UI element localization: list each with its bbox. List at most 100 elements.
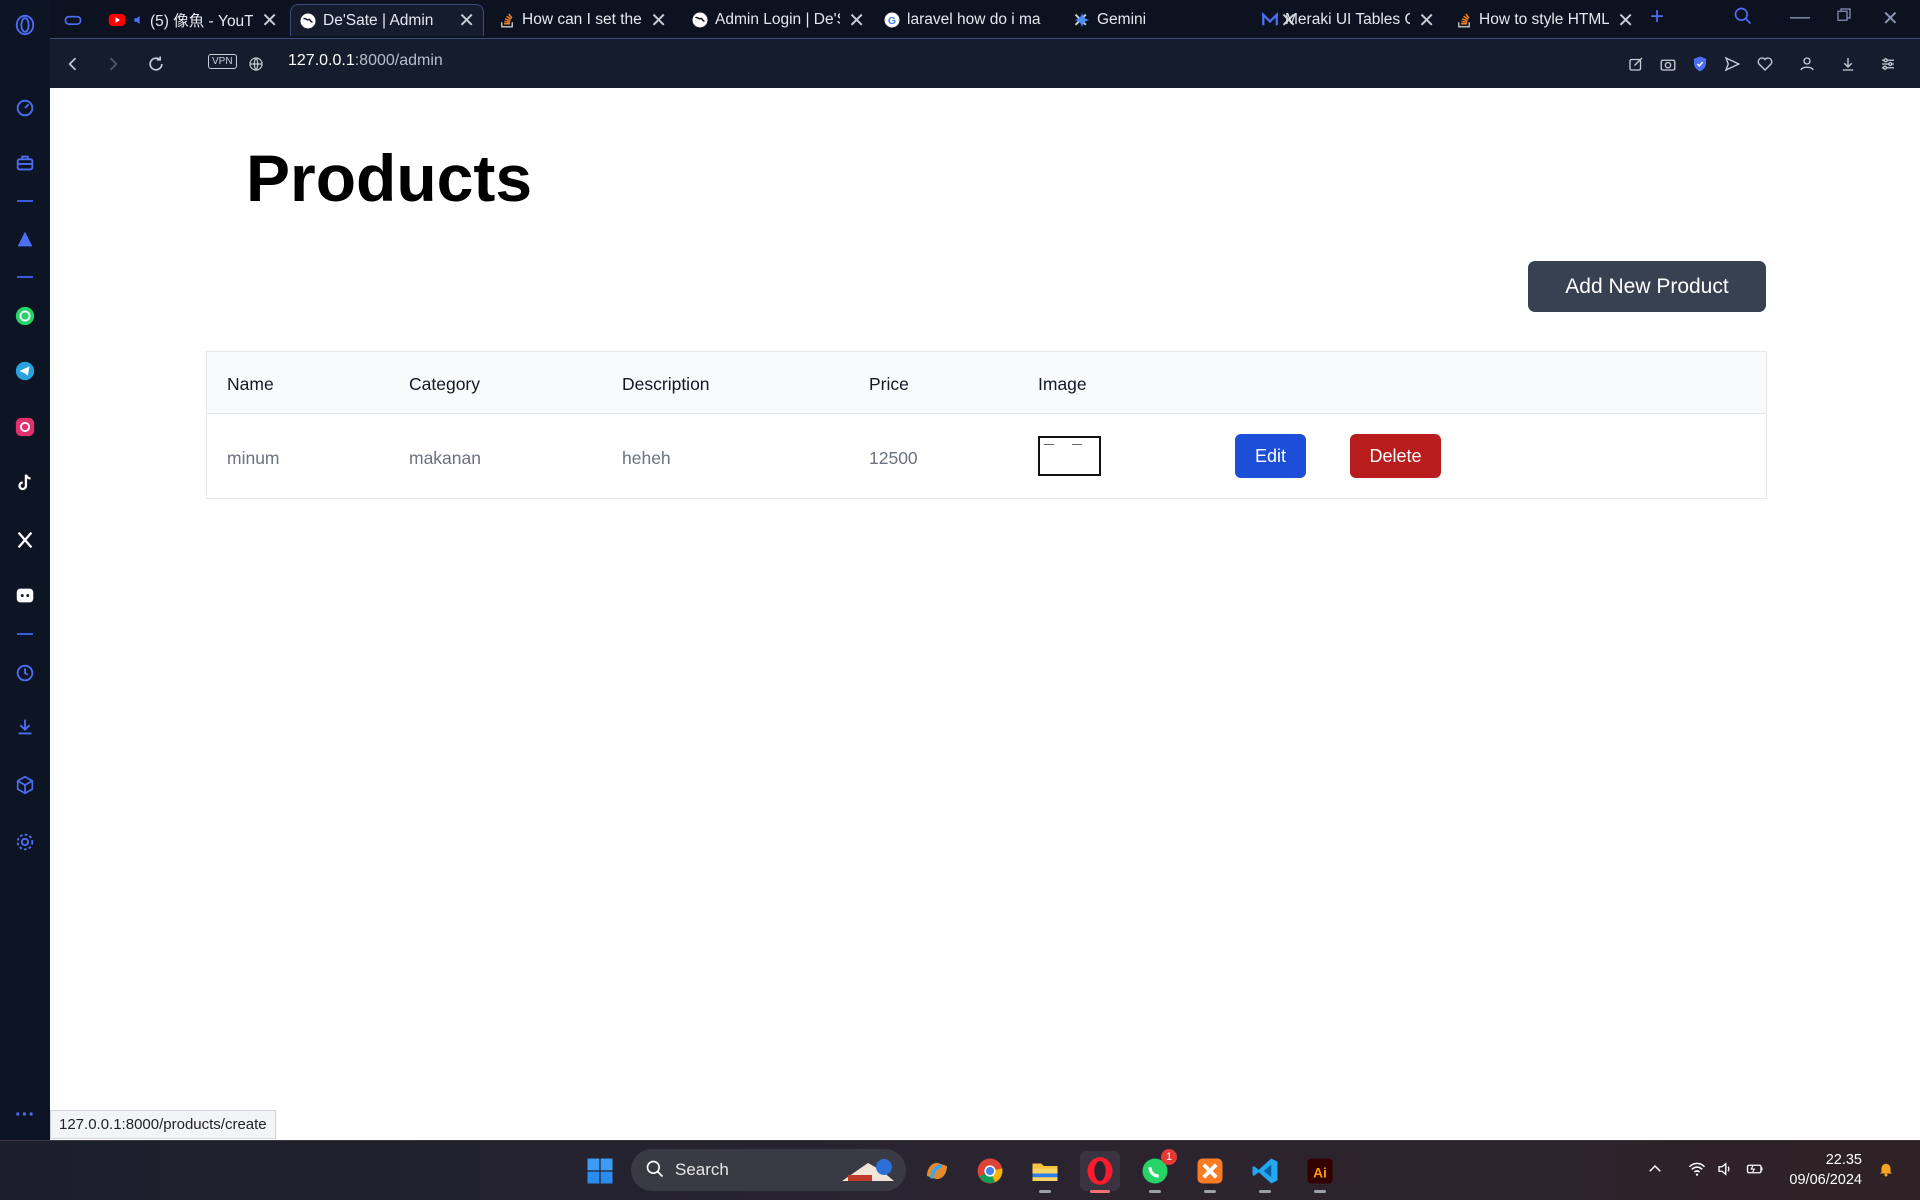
history-icon[interactable] xyxy=(12,660,38,686)
close-tab-icon[interactable]: ✕ xyxy=(261,8,278,33)
aria-icon[interactable] xyxy=(12,226,38,252)
profile-user-icon[interactable] xyxy=(1795,52,1819,76)
heart-bookmark-icon[interactable] xyxy=(1753,52,1777,76)
wifi-icon[interactable] xyxy=(1688,1160,1706,1183)
edit-button[interactable]: Edit xyxy=(1235,434,1306,478)
tab-meraki[interactable]: Meraki UI Tables Co ✕ xyxy=(1253,4,1443,36)
speaker-audio-icon[interactable] xyxy=(132,11,146,29)
browser-sidebar: ··· xyxy=(0,0,50,1140)
tab-google[interactable]: G laravel how do i ma ✕ xyxy=(875,4,1097,36)
tab-stackoverflow-1[interactable]: How can I set the c ✕ xyxy=(490,4,675,36)
windows-start-icon[interactable] xyxy=(580,1151,620,1191)
settings-gear-icon[interactable] xyxy=(12,829,38,855)
url-field[interactable]: 127.0.0.1:8000/admin xyxy=(288,52,443,70)
whatsapp-taskbar-icon[interactable]: 1 xyxy=(1135,1149,1177,1193)
tab-youtube[interactable]: (5) 像魚 - YouTube ✕ xyxy=(100,4,286,36)
whatsapp-icon[interactable] xyxy=(12,303,38,329)
chrome-icon[interactable] xyxy=(970,1151,1010,1191)
opera-logo-icon[interactable] xyxy=(12,12,38,38)
tab-title: Admin Login | De'S xyxy=(715,11,841,28)
taskbar-search-box[interactable]: Search xyxy=(631,1149,906,1191)
notification-bell-icon[interactable] xyxy=(1877,1160,1895,1183)
tab-title: laravel how do i ma xyxy=(907,11,1041,28)
tab-admin-login[interactable]: Admin Login | De'S ✕ xyxy=(683,4,873,36)
column-header-image: Image xyxy=(1038,374,1087,394)
more-dots-icon[interactable]: ··· xyxy=(12,1102,38,1128)
system-clock[interactable]: 22.35 09/06/2024 xyxy=(1789,1150,1862,1190)
vscode-icon[interactable] xyxy=(1245,1151,1285,1193)
add-new-product-button[interactable]: Add New Product xyxy=(1528,261,1766,312)
notification-badge: 1 xyxy=(1161,1149,1177,1165)
vpn-badge[interactable]: VPN xyxy=(208,54,237,69)
copilot-icon[interactable] xyxy=(917,1151,957,1191)
svg-text:Ai: Ai xyxy=(1313,1165,1327,1180)
windows-taskbar: 1 Ai xyxy=(0,1140,1920,1200)
cell-category: makanan xyxy=(409,448,481,468)
close-tab-icon[interactable]: ✕ xyxy=(1418,8,1435,33)
discord-icon[interactable] xyxy=(12,583,38,609)
x-twitter-icon[interactable] xyxy=(12,527,38,553)
gaming-controller-icon[interactable] xyxy=(56,4,92,36)
back-arrow-icon[interactable] xyxy=(60,51,86,77)
page-title: Products xyxy=(246,141,533,215)
gemini-icon xyxy=(1073,11,1091,29)
share-edit-icon[interactable] xyxy=(1624,52,1648,76)
delete-button[interactable]: Delete xyxy=(1350,434,1441,478)
cell-name: minum xyxy=(227,448,280,468)
tab-title: Gemini xyxy=(1097,11,1147,28)
download-icon[interactable] xyxy=(1836,52,1860,76)
tab-admin-active[interactable]: De'Sate | Admin ✕ xyxy=(290,4,484,36)
tiktok-icon[interactable] xyxy=(12,470,38,496)
globe-icon xyxy=(691,11,709,29)
link-status-url: 127.0.0.1:8000/products/create xyxy=(50,1110,276,1139)
close-tab-icon[interactable]: ✕ xyxy=(458,8,475,33)
forward-arrow-icon[interactable] xyxy=(100,51,126,77)
opera-browser-icon[interactable] xyxy=(1080,1151,1120,1193)
downloads-icon[interactable] xyxy=(12,714,38,740)
close-window-icon[interactable]: ✕ xyxy=(1882,6,1899,31)
show-hidden-icons-chevron-icon[interactable] xyxy=(1646,1160,1664,1183)
file-explorer-icon[interactable] xyxy=(1025,1151,1065,1193)
url-host: 127.0.0.1 xyxy=(288,52,355,69)
telegram-icon[interactable] xyxy=(12,358,38,384)
products-table: Name Category Description Price Image mi… xyxy=(206,351,1767,499)
minimize-window-icon[interactable]: — xyxy=(1790,6,1810,29)
tab-stackoverflow-2[interactable]: How to style HTML ✕ xyxy=(1447,4,1642,36)
instagram-icon[interactable] xyxy=(12,414,38,440)
tab-title: How can I set the c xyxy=(522,11,643,28)
column-header-name: Name xyxy=(227,374,274,394)
extensions-cube-icon[interactable] xyxy=(12,772,38,798)
column-header-price: Price xyxy=(869,374,909,394)
site-info-globe-icon[interactable] xyxy=(243,51,269,77)
adblock-shield-icon[interactable] xyxy=(1688,52,1712,76)
briefcase-icon[interactable] xyxy=(12,150,38,176)
close-tab-icon[interactable]: ✕ xyxy=(848,8,865,33)
volume-speaker-icon[interactable] xyxy=(1716,1160,1734,1183)
easy-setup-sliders-icon[interactable] xyxy=(1876,52,1900,76)
send-flow-icon[interactable] xyxy=(1720,52,1744,76)
new-tab-plus-icon[interactable]: + xyxy=(1650,3,1664,31)
battery-icon[interactable] xyxy=(1745,1160,1765,1183)
speed-dial-icon[interactable] xyxy=(12,95,38,121)
cell-description: heheh xyxy=(622,448,671,468)
globe-icon xyxy=(299,12,317,30)
snapshot-camera-icon[interactable] xyxy=(1656,52,1680,76)
web-page: Products Add New Product Name Category D… xyxy=(50,88,1920,1140)
product-image-thumbnail xyxy=(1038,436,1101,476)
tab-title: How to style HTML xyxy=(1479,11,1610,28)
xampp-icon[interactable] xyxy=(1190,1151,1230,1193)
sidebar-divider xyxy=(17,276,33,278)
stackoverflow-icon xyxy=(498,11,516,29)
restore-window-icon[interactable] xyxy=(1835,6,1853,30)
tab-search-icon[interactable] xyxy=(1733,6,1753,32)
reload-icon[interactable] xyxy=(143,51,169,77)
stackoverflow-icon xyxy=(1455,11,1473,29)
clock-date: 09/06/2024 xyxy=(1789,1172,1862,1188)
adobe-illustrator-icon[interactable]: Ai xyxy=(1300,1151,1340,1193)
address-bar: VPN 127.0.0.1:8000/admin xyxy=(50,38,1920,88)
close-tab-icon[interactable]: ✕ xyxy=(650,8,667,33)
cell-price: 12500 xyxy=(869,448,918,468)
sidebar-divider xyxy=(17,200,33,202)
column-header-description: Description xyxy=(622,374,710,394)
close-tab-icon[interactable]: ✕ xyxy=(1617,8,1634,33)
